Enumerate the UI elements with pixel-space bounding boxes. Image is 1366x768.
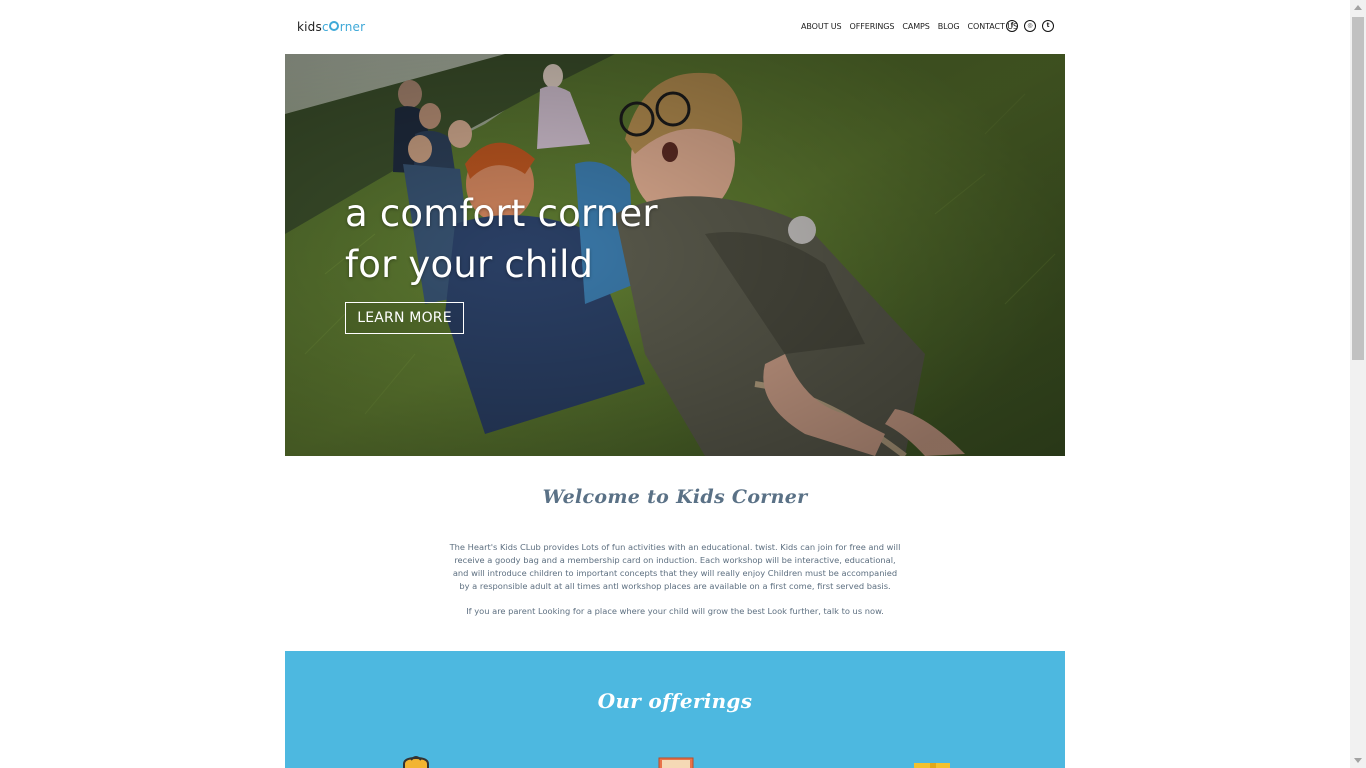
scroll-down-arrow-icon[interactable]	[1354, 758, 1362, 763]
welcome-heading: Welcome to Kids Corner	[542, 486, 808, 508]
nav-blog[interactable]: BLOG	[938, 22, 960, 31]
nav-camps[interactable]: CAMPS	[902, 22, 929, 31]
logo[interactable]: kidsc rner	[297, 20, 365, 34]
social-links: f ◎ t	[1006, 20, 1054, 32]
vertical-scrollbar[interactable]	[1350, 0, 1366, 768]
scrollbar-thumb[interactable]	[1352, 17, 1364, 360]
facebook-icon[interactable]: f	[1006, 20, 1018, 32]
backpack-icon	[403, 756, 429, 768]
instagram-icon[interactable]: ◎	[1024, 20, 1036, 32]
hero-banner: a comfort corner for your child LEARN MO…	[285, 54, 1065, 456]
welcome-paragraph-1: The Heart's Kids CLub provides Lots of f…	[449, 542, 901, 591]
learn-more-button[interactable]: LEARN MORE	[345, 302, 464, 334]
twitter-icon[interactable]: t	[1042, 20, 1054, 32]
hero-heading: a comfort corner for your child	[345, 188, 658, 290]
logo-prefix: kids	[297, 20, 322, 34]
hero-heading-line1: a comfort corner	[345, 192, 658, 235]
page: kidsc rner ABOUT US OFFERINGS CAMPS BLOG …	[0, 0, 1350, 768]
notebook-icon	[914, 763, 950, 768]
scroll-up-arrow-icon[interactable]	[1354, 5, 1362, 10]
logo-accent: rner	[339, 20, 366, 34]
book-icon	[658, 757, 694, 768]
offerings-heading: Our offerings	[597, 689, 753, 713]
nav-offerings[interactable]: OFFERINGS	[850, 22, 895, 31]
main-nav: ABOUT US OFFERINGS CAMPS BLOG CONTACT US	[801, 22, 1026, 31]
site-header: kidsc rner ABOUT US OFFERINGS CAMPS BLOG …	[285, 0, 1065, 54]
welcome-paragraph-2: If you are parent Looking for a place wh…	[466, 606, 884, 616]
offerings-section: Our offerings	[285, 651, 1065, 768]
hero-heading-line2: for your child	[345, 243, 594, 286]
logo-accent-c: c	[321, 20, 329, 34]
logo-wheel-icon	[329, 21, 340, 31]
nav-about-us[interactable]: ABOUT US	[801, 22, 842, 31]
welcome-text: The Heart's Kids CLub provides Lots of f…	[448, 541, 902, 630]
